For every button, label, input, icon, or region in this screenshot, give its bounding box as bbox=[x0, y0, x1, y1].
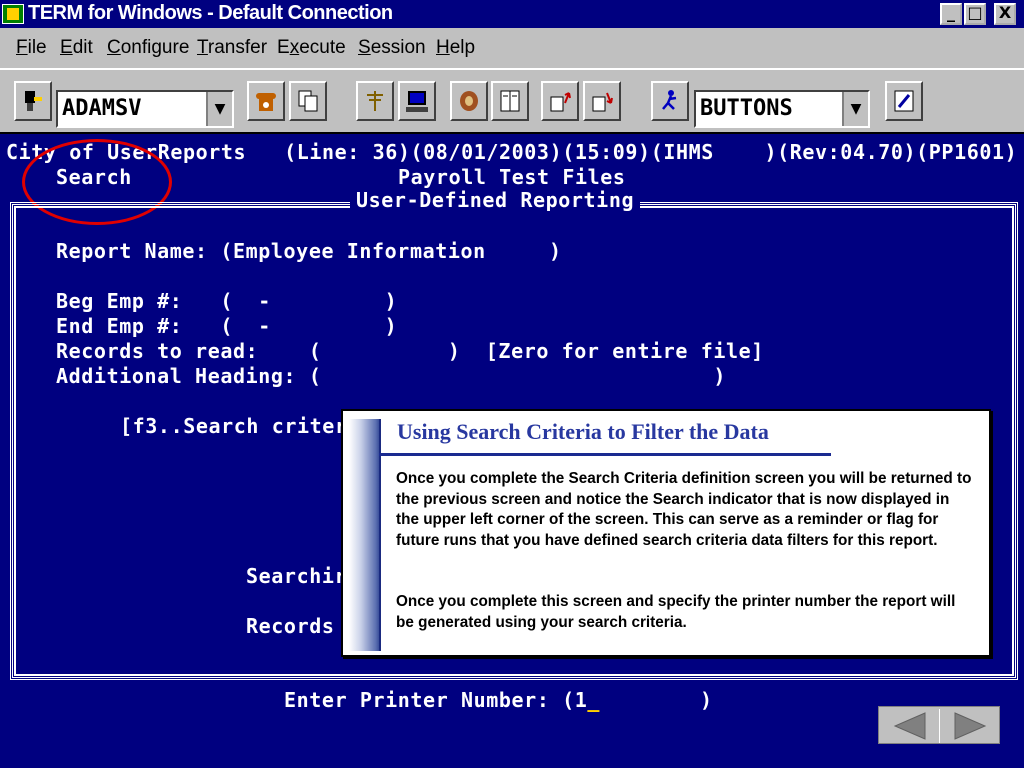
arrow-left-icon bbox=[893, 712, 926, 740]
computer-icon bbox=[406, 91, 428, 112]
toolbar: ADAMSV ▼ BUTTONS ▼ bbox=[0, 68, 1024, 132]
menu-session[interactable]: Session bbox=[358, 37, 426, 59]
upload-icon bbox=[550, 92, 571, 112]
records-to-read-field[interactable]: Records to read: ( ) [Zero for entire fi… bbox=[56, 339, 764, 363]
search-criteria-callout: Using Search Criteria to Filter the Data… bbox=[341, 409, 991, 657]
callout-paragraph-2: Once you complete this screen and specif… bbox=[396, 593, 956, 631]
connection-combo[interactable]: ADAMSV ▼ bbox=[56, 90, 234, 128]
app-icon[interactable] bbox=[2, 4, 24, 24]
phone-button[interactable] bbox=[247, 81, 285, 121]
additional-heading-field[interactable]: Additional Heading: ( ) bbox=[56, 364, 726, 388]
menu-transfer[interactable]: Transfer bbox=[197, 37, 267, 59]
close-button[interactable]: X bbox=[994, 3, 1016, 25]
copy-icon bbox=[298, 90, 318, 112]
callout-paragraph-1: Once you complete the Search Criteria de… bbox=[396, 470, 972, 549]
screen-title: User-Defined Reporting bbox=[350, 188, 641, 212]
antenna-icon bbox=[367, 91, 383, 111]
printer-number-close: ) bbox=[700, 688, 713, 712]
beg-emp-field[interactable]: Beg Emp #: ( - ) bbox=[56, 289, 397, 313]
upload-button[interactable] bbox=[541, 81, 579, 121]
previous-button[interactable] bbox=[881, 709, 939, 743]
chevron-down-icon[interactable]: ▼ bbox=[206, 92, 232, 126]
end-emp-field[interactable]: End Emp #: ( - ) bbox=[56, 314, 397, 338]
download-button[interactable] bbox=[583, 81, 621, 121]
phone-icon bbox=[256, 93, 276, 111]
copy-button[interactable] bbox=[289, 81, 327, 121]
glove-button[interactable] bbox=[450, 81, 488, 121]
buttons-value: BUTTONS bbox=[700, 96, 793, 121]
window-title: TERM for Windows - Default Connection bbox=[28, 2, 393, 24]
computer-button[interactable] bbox=[398, 81, 436, 121]
pen-button[interactable] bbox=[885, 81, 923, 121]
slide-navigation bbox=[878, 706, 1000, 744]
screen-subtitle: Payroll Test Files bbox=[398, 165, 626, 189]
printer-number-prompt[interactable]: Enter Printer Number: (1_ bbox=[284, 688, 600, 712]
minimize-button[interactable]: _ bbox=[940, 3, 962, 25]
dial-icon bbox=[25, 91, 42, 111]
window-title-bar[interactable]: TERM for Windows - Default Connection _ … bbox=[0, 0, 1024, 28]
chevron-down-icon[interactable]: ▼ bbox=[842, 92, 868, 126]
searching-label: Searchir bbox=[246, 564, 348, 588]
runner-button[interactable] bbox=[651, 81, 689, 121]
callout-accent-bar bbox=[349, 419, 379, 651]
arrow-right-icon bbox=[954, 712, 987, 740]
antenna-button[interactable] bbox=[356, 81, 394, 121]
book-button[interactable] bbox=[491, 81, 529, 121]
menu-execute[interactable]: Execute bbox=[277, 37, 346, 59]
menu-help[interactable]: Help bbox=[436, 37, 475, 59]
nav-divider bbox=[939, 709, 940, 743]
report-name-field[interactable]: Report Name: (Employee Information ) bbox=[56, 239, 562, 263]
next-button[interactable] bbox=[941, 709, 999, 743]
menu-bar: File Edit Configure Transfer Execute Ses… bbox=[0, 28, 1024, 68]
menu-file[interactable]: File bbox=[16, 37, 47, 59]
download-icon bbox=[592, 92, 613, 112]
pen-icon bbox=[894, 90, 914, 112]
dial-button[interactable] bbox=[14, 81, 52, 121]
f3-search-criteria-hint: [f3..Search criter bbox=[120, 414, 348, 438]
menu-configure[interactable]: Configure bbox=[107, 37, 189, 59]
callout-title: Using Search Criteria to Filter the Data bbox=[397, 419, 769, 444]
runner-icon bbox=[662, 90, 677, 110]
menu-edit[interactable]: Edit bbox=[60, 37, 93, 59]
text-cursor: _ bbox=[587, 688, 601, 712]
maximize-button[interactable]: □ bbox=[964, 3, 986, 25]
records-count-label: Records bbox=[246, 614, 335, 638]
book-icon bbox=[500, 90, 520, 112]
glove-icon bbox=[460, 91, 478, 111]
buttons-combo[interactable]: BUTTONS ▼ bbox=[694, 90, 870, 128]
connection-value: ADAMSV bbox=[62, 96, 142, 121]
callout-title-rule bbox=[379, 453, 831, 456]
